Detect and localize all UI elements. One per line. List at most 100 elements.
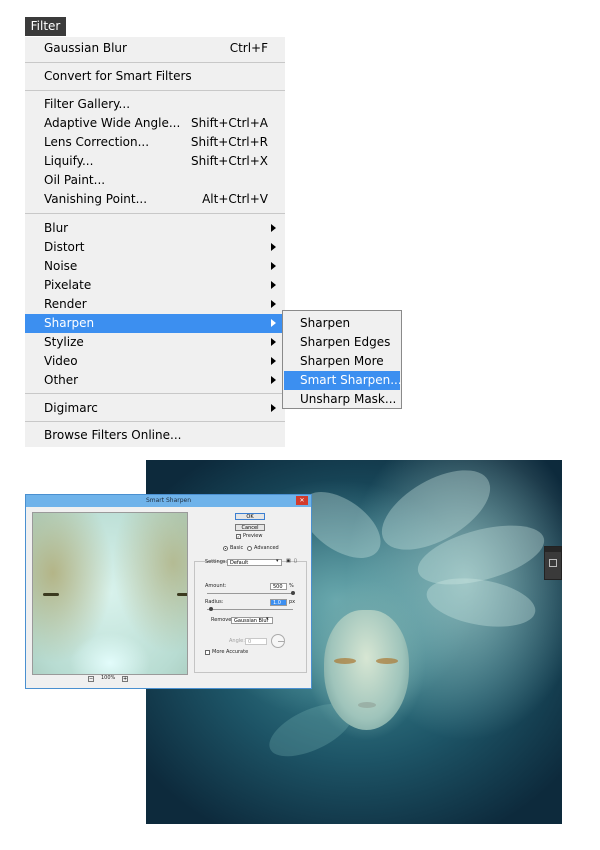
menu-item-liquify[interactable]: Liquify... Shift+Ctrl+X: [25, 152, 285, 171]
menu-item-lens-correction[interactable]: Lens Correction... Shift+Ctrl+R: [25, 133, 285, 152]
menu-item-digimarc[interactable]: Digimarc: [25, 399, 285, 418]
settings-select[interactable]: Default: [227, 559, 282, 566]
menu-item-label: Pixelate: [44, 278, 92, 292]
filter-menu: Gaussian Blur Ctrl+F Convert for Smart F…: [25, 37, 285, 447]
save-preset-icon[interactable]: ▣: [286, 558, 291, 565]
menu-item-oil-paint[interactable]: Oil Paint...: [25, 171, 285, 190]
settings-value: Default: [230, 560, 249, 566]
menu-item-render[interactable]: Render: [25, 295, 285, 314]
filter-menu-button[interactable]: Filter: [25, 17, 66, 36]
radius-input[interactable]: 1.0: [270, 599, 287, 606]
zoom-in-icon[interactable]: +: [122, 676, 128, 682]
menu-item-filter-gallery[interactable]: Filter Gallery...: [25, 95, 285, 114]
angle-input[interactable]: 0: [245, 638, 267, 645]
menu-item-label: Liquify...: [44, 154, 94, 168]
submenu-arrow-icon: [271, 376, 276, 384]
angle-dial[interactable]: [271, 634, 285, 648]
menu-item-browse-filters-online[interactable]: Browse Filters Online...: [25, 426, 285, 445]
submenu-item-unsharp-mask[interactable]: Unsharp Mask...: [284, 390, 400, 409]
menu-item-shortcut: Shift+Ctrl+X: [191, 154, 268, 168]
submenu-arrow-icon: [271, 338, 276, 346]
submenu-item-sharpen[interactable]: Sharpen: [284, 314, 400, 333]
amount-slider[interactable]: [207, 593, 293, 594]
preview-image[interactable]: [32, 512, 188, 675]
chevron-down-icon[interactable]: ▾: [266, 616, 269, 623]
submenu-item-sharpen-more[interactable]: Sharpen More: [284, 352, 400, 371]
menu-item-label: Browse Filters Online...: [44, 428, 182, 442]
chevron-down-icon[interactable]: ▾: [276, 558, 279, 565]
menu-item-label: Render: [44, 297, 87, 311]
trash-icon[interactable]: ▯: [294, 558, 297, 565]
menu-item-noise[interactable]: Noise: [25, 257, 285, 276]
menu-item-label: Distort: [44, 240, 85, 254]
radius-unit: px: [289, 599, 296, 605]
submenu-arrow-icon: [271, 300, 276, 308]
menu-item-label: Vanishing Point...: [44, 192, 148, 206]
menu-item-video[interactable]: Video: [25, 352, 285, 371]
basic-radio[interactable]: [223, 546, 228, 551]
preview-label: Preview: [243, 533, 263, 539]
basic-label: Basic: [230, 545, 244, 551]
advanced-radio[interactable]: [247, 546, 252, 551]
menu-item-stylize[interactable]: Stylize: [25, 333, 285, 352]
submenu-item-sharpen-edges[interactable]: Sharpen Edges: [284, 333, 400, 352]
cancel-button[interactable]: Cancel: [235, 524, 265, 531]
submenu-arrow-icon: [271, 281, 276, 289]
remove-value: Gaussian Blur: [234, 618, 269, 624]
amount-slider-thumb[interactable]: [291, 591, 295, 595]
radius-label: Radius:: [205, 599, 224, 605]
menu-item-label: Other: [44, 373, 79, 387]
more-accurate-checkbox[interactable]: [205, 650, 210, 655]
submenu-arrow-icon: [271, 224, 276, 232]
menu-item-blur[interactable]: Blur: [25, 219, 285, 238]
amount-label: Amount:: [205, 583, 227, 589]
portrait-face: [324, 610, 409, 730]
submenu-arrow-icon: [271, 243, 276, 251]
radius-slider[interactable]: [207, 609, 293, 610]
menu-item-shortcut: Shift+Ctrl+A: [191, 116, 268, 130]
panel-grip[interactable]: [545, 547, 561, 552]
radius-slider-thumb[interactable]: [209, 607, 213, 611]
eye-shape: [334, 658, 356, 664]
menu-separator: [25, 421, 285, 422]
menu-item-sharpen[interactable]: Sharpen: [25, 314, 285, 333]
menu-item-distort[interactable]: Distort: [25, 238, 285, 257]
eye-shape: [376, 658, 398, 664]
menu-item-gaussian-blur[interactable]: Gaussian Blur Ctrl+F: [25, 39, 285, 58]
menu-item-convert-for-smart-filters[interactable]: Convert for Smart Filters: [25, 67, 285, 86]
menu-item-label: Adaptive Wide Angle...: [44, 116, 181, 130]
lip-shape: [358, 702, 376, 708]
close-icon[interactable]: ✕: [296, 496, 308, 505]
panel-icon[interactable]: [549, 559, 557, 567]
menu-item-shortcut: Ctrl+F: [229, 41, 268, 55]
menu-item-adaptive-wide-angle[interactable]: Adaptive Wide Angle... Shift+Ctrl+A: [25, 114, 285, 133]
more-accurate-label: More Accurate: [212, 649, 249, 655]
submenu-item-label: Smart Sharpen...: [300, 373, 402, 387]
amount-input[interactable]: 500: [270, 583, 287, 590]
menu-item-vanishing-point[interactable]: Vanishing Point... Alt+Ctrl+V: [25, 190, 285, 209]
eyebrow-shape: [43, 593, 59, 596]
ok-button[interactable]: OK: [235, 513, 265, 520]
menu-separator: [25, 62, 285, 63]
dialog-title: Smart Sharpen: [26, 495, 311, 507]
remove-label: Remove:: [211, 617, 233, 623]
submenu-arrow-icon: [271, 319, 276, 327]
amount-unit: %: [289, 583, 294, 589]
submenu-arrow-icon: [271, 357, 276, 365]
submenu-item-label: Unsharp Mask...: [300, 392, 397, 406]
collapsed-panel[interactable]: [544, 546, 562, 580]
menu-item-label: Lens Correction...: [44, 135, 150, 149]
menu-item-shortcut: Shift+Ctrl+R: [190, 135, 268, 149]
menu-item-other[interactable]: Other: [25, 371, 285, 390]
menu-item-label: Convert for Smart Filters: [44, 69, 192, 83]
submenu-item-label: Sharpen More: [300, 354, 384, 368]
feather-shape: [422, 570, 540, 635]
zoom-out-icon[interactable]: −: [88, 676, 94, 682]
submenu-item-smart-sharpen[interactable]: Smart Sharpen...: [284, 371, 402, 390]
preview-checkbox[interactable]: ✓: [236, 534, 241, 539]
menu-item-shortcut: Alt+Ctrl+V: [202, 192, 268, 206]
settings-label: Settings:: [205, 559, 228, 565]
angle-label: Angle:: [229, 638, 245, 644]
menu-item-pixelate[interactable]: Pixelate: [25, 276, 285, 295]
menu-item-label: Filter Gallery...: [44, 97, 131, 111]
